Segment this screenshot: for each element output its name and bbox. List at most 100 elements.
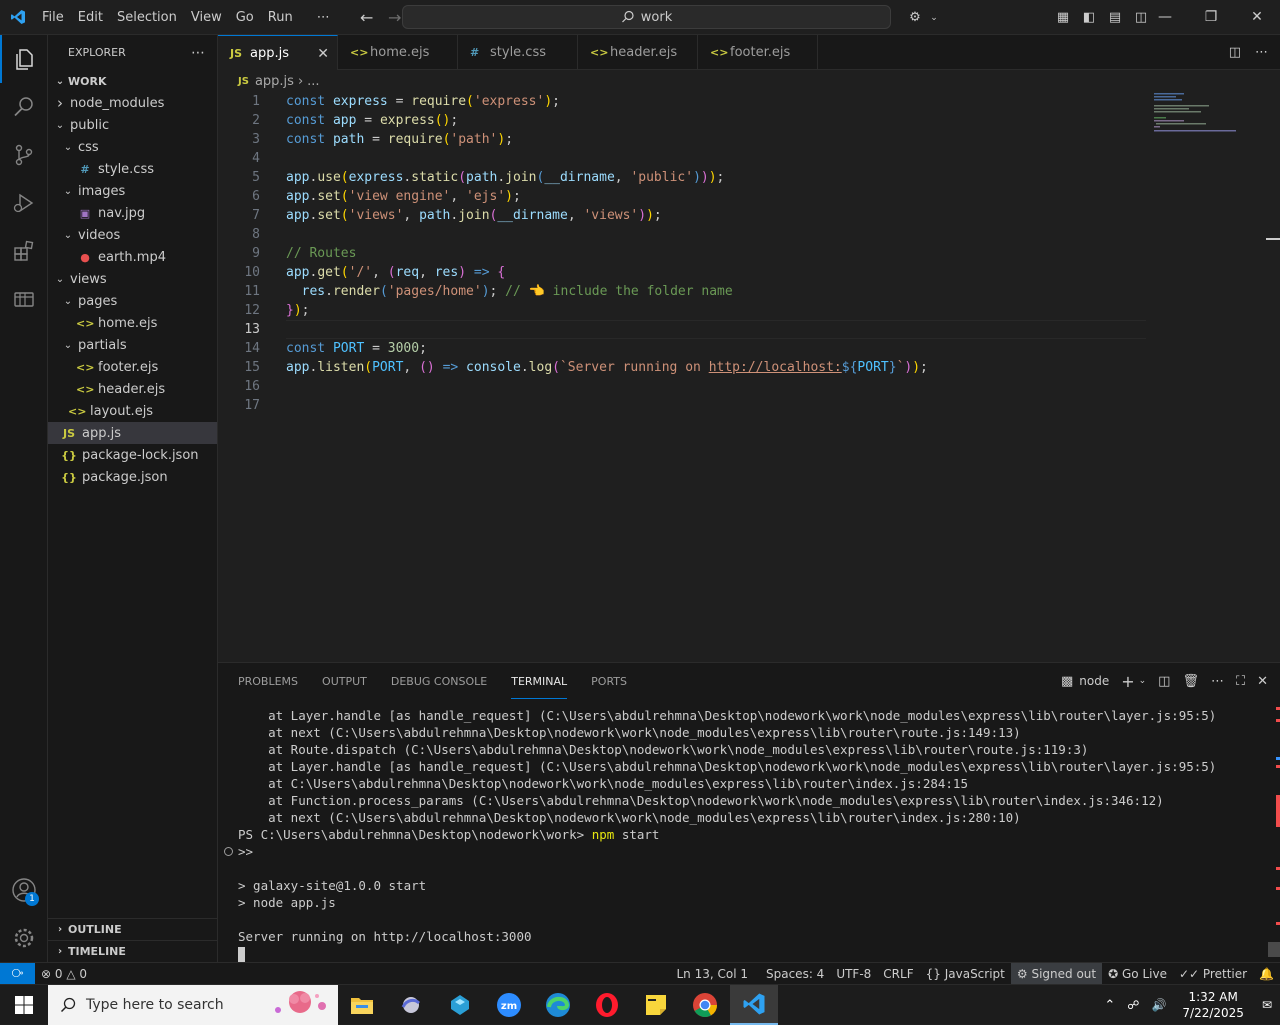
- chevron-down-icon[interactable]: ⌄: [1139, 676, 1147, 686]
- minimap[interactable]: [1152, 92, 1242, 132]
- chrome-icon[interactable]: [681, 985, 729, 1025]
- run-debug-icon[interactable]: [0, 179, 48, 227]
- editor-scrollbar[interactable]: [1266, 92, 1280, 662]
- account-status[interactable]: ⚙ Signed out: [1010, 963, 1103, 985]
- edge-icon[interactable]: [534, 985, 582, 1025]
- volume-icon[interactable]: 🔊: [1145, 998, 1172, 1012]
- tree-item[interactable]: <> layout.ejs: [48, 400, 217, 422]
- zoom-icon[interactable]: zm: [485, 985, 533, 1025]
- panel-tab-problems[interactable]: PROBLEMS: [238, 663, 298, 699]
- tab-style-css[interactable]: # style.css: [458, 35, 578, 70]
- file-explorer-icon[interactable]: [338, 985, 386, 1025]
- tree-item[interactable]: <> home.ejs: [48, 312, 217, 334]
- language-mode[interactable]: {} JavaScript: [920, 967, 1011, 981]
- tree-item[interactable]: ● earth.mp4: [48, 246, 217, 268]
- indentation[interactable]: Spaces: 4: [760, 967, 830, 981]
- sticky-notes-icon[interactable]: [632, 985, 680, 1025]
- forward-arrow-icon[interactable]: →: [387, 8, 403, 27]
- panel-tab-debug-console[interactable]: DEBUG CONSOLE: [391, 663, 487, 699]
- terminal-name[interactable]: node: [1079, 674, 1109, 688]
- command-decoration-icon[interactable]: [224, 847, 233, 856]
- panel-tab-output[interactable]: OUTPUT: [322, 663, 367, 699]
- outline-section[interactable]: › OUTLINE: [48, 918, 217, 940]
- search-sidebar-icon[interactable]: [0, 83, 48, 131]
- remote-indicator-icon[interactable]: ⧂: [0, 962, 35, 985]
- terminal-output[interactable]: at Layer.handle [as handle_request] (C:\…: [238, 707, 1258, 962]
- command-center-search[interactable]: work: [402, 5, 891, 29]
- encoding[interactable]: UTF-8: [830, 967, 877, 981]
- editor-more-icon[interactable]: ⋯: [1255, 45, 1268, 60]
- tree-item[interactable]: ⌄ partials: [48, 334, 217, 356]
- tree-item[interactable]: # style.css: [48, 158, 217, 180]
- tree-item[interactable]: {} package-lock.json: [48, 444, 217, 466]
- menu-item[interactable]: ⋯: [310, 0, 337, 35]
- tree-item[interactable]: <> footer.ejs: [48, 356, 217, 378]
- network-icon[interactable]: ☍: [1121, 998, 1145, 1012]
- customize-layout-icon[interactable]: ▦: [1050, 10, 1076, 25]
- tab-app-js[interactable]: JS app.js ✕: [218, 35, 338, 71]
- tree-item[interactable]: ⌄ pages: [48, 290, 217, 312]
- notification-center-icon[interactable]: ✉: [1254, 998, 1280, 1012]
- source-control-icon[interactable]: [0, 131, 48, 179]
- tree-item[interactable]: ▣ nav.jpg: [48, 202, 217, 224]
- go-live[interactable]: ✪ Go Live: [1102, 967, 1173, 981]
- copilot-icon[interactable]: ⚙: [902, 10, 928, 25]
- app-icon-3[interactable]: [436, 985, 484, 1025]
- breadcrumb-rest[interactable]: ...: [307, 74, 319, 89]
- windows-start-icon[interactable]: [0, 985, 48, 1025]
- remote-explorer-icon[interactable]: [0, 275, 48, 323]
- terminal-scrollbar[interactable]: [1266, 707, 1280, 957]
- clock[interactable]: 1:32 AM 7/22/2025: [1172, 989, 1254, 1021]
- toggle-panel-icon[interactable]: ▤: [1102, 10, 1128, 25]
- extensions-icon[interactable]: [0, 227, 48, 275]
- close-window-icon[interactable]: ✕: [1234, 0, 1280, 35]
- manage-gear-icon[interactable]: [0, 914, 48, 962]
- menu-item[interactable]: Run: [261, 0, 300, 35]
- menu-item[interactable]: Edit: [71, 0, 110, 35]
- problems-indicator[interactable]: ⊗ 0 △ 0: [35, 967, 93, 981]
- tree-item[interactable]: › node_modules: [48, 92, 217, 114]
- app-icon-2[interactable]: [387, 985, 435, 1025]
- menu-item[interactable]: File: [35, 0, 71, 35]
- tree-item[interactable]: {} package.json: [48, 466, 217, 488]
- tree-item[interactable]: ⌄ public: [48, 114, 217, 136]
- vscode-taskbar-icon[interactable]: [730, 985, 778, 1025]
- workspace-root[interactable]: ⌄ WORK: [48, 70, 217, 92]
- tree-item[interactable]: JS app.js: [48, 422, 217, 444]
- panel-tab-ports[interactable]: PORTS: [591, 663, 627, 699]
- line-ending[interactable]: CRLF: [877, 967, 919, 981]
- close-tab-icon[interactable]: ✕: [317, 46, 329, 62]
- menu-item[interactable]: Selection: [110, 0, 184, 35]
- back-arrow-icon[interactable]: ←: [359, 8, 375, 27]
- code-editor[interactable]: 1 const express = require('express'); 2 con…: [218, 92, 1280, 662]
- panel-tab-terminal[interactable]: TERMINAL: [511, 663, 568, 699]
- minimize-icon[interactable]: —: [1142, 0, 1188, 35]
- tab-header-ejs[interactable]: <> header.ejs: [578, 35, 698, 70]
- cursor-position[interactable]: Ln 13, Col 1: [670, 967, 754, 981]
- split-terminal-icon[interactable]: ◫: [1158, 674, 1170, 689]
- tab-footer-ejs[interactable]: <> footer.ejs: [698, 35, 818, 70]
- prettier-status[interactable]: ✓✓ Prettier: [1173, 967, 1253, 981]
- trash-icon[interactable]: 🗑: [1182, 674, 1199, 689]
- tree-item[interactable]: ⌄ views: [48, 268, 217, 290]
- timeline-section[interactable]: › TIMELINE: [48, 940, 217, 962]
- tree-item[interactable]: ⌄ css: [48, 136, 217, 158]
- chevron-up-icon[interactable]: ⌃: [1098, 998, 1121, 1013]
- tree-item[interactable]: <> header.ejs: [48, 378, 217, 400]
- taskbar-search[interactable]: Type here to search: [48, 985, 338, 1025]
- explorer-icon[interactable]: [0, 35, 48, 83]
- tree-item[interactable]: ⌄ images: [48, 180, 217, 202]
- maximize-panel-icon[interactable]: ⛶: [1236, 674, 1245, 689]
- split-editor-icon[interactable]: ◫: [1229, 45, 1241, 60]
- tab-home-ejs[interactable]: <> home.ejs: [338, 35, 458, 70]
- notifications-bell-icon[interactable]: 🔔: [1253, 967, 1280, 981]
- accounts-icon[interactable]: 1: [0, 866, 48, 914]
- menu-item[interactable]: Go: [229, 0, 261, 35]
- more-actions-icon[interactable]: ⋯: [191, 45, 205, 61]
- breadcrumb-file[interactable]: app.js: [255, 74, 294, 89]
- close-panel-icon[interactable]: ✕: [1257, 674, 1268, 689]
- restore-icon[interactable]: ❐: [1188, 0, 1234, 35]
- new-terminal-icon[interactable]: +: [1121, 672, 1134, 691]
- chevron-down-icon[interactable]: ⌄: [928, 13, 940, 23]
- menu-item[interactable]: View: [184, 0, 229, 35]
